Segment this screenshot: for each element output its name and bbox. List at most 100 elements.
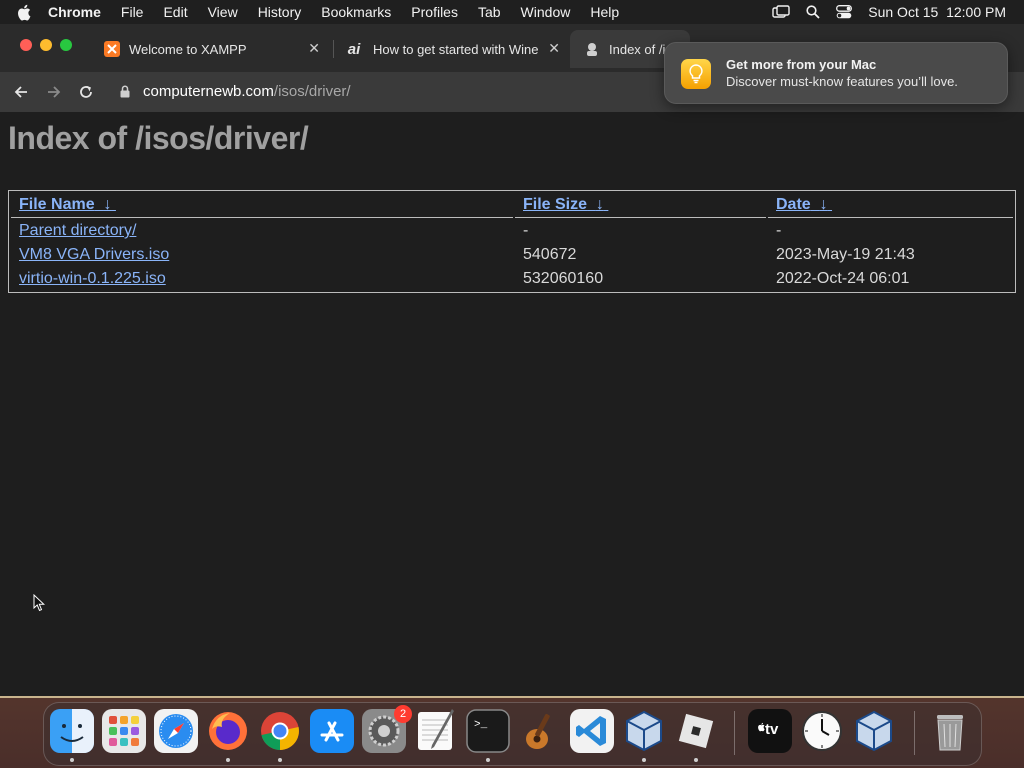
window-controls xyxy=(20,39,72,51)
menu-bookmarks[interactable]: Bookmarks xyxy=(321,4,391,20)
virtualbox-icon[interactable] xyxy=(852,709,896,753)
running-indicator xyxy=(486,758,490,762)
virtualbox-icon[interactable] xyxy=(622,709,666,753)
notification-title: Get more from your Mac xyxy=(726,57,877,72)
page-title: Index of /isos/driver/ xyxy=(8,120,309,156)
mouse-pointer-icon xyxy=(33,593,46,617)
tab-title: How to get started with Wine o xyxy=(373,41,539,57)
url-host: computernewb.com xyxy=(143,82,274,100)
firefox-icon[interactable] xyxy=(206,709,250,753)
running-indicator xyxy=(226,758,230,762)
vscode-icon[interactable] xyxy=(570,709,614,753)
running-indicator xyxy=(694,758,698,762)
svg-text:>_: >_ xyxy=(474,719,488,731)
clock-icon[interactable] xyxy=(800,709,844,753)
menu-bar: Chrome File Edit View History Bookmarks … xyxy=(0,0,1024,24)
reload-icon xyxy=(80,86,92,98)
sort-arrow-icon: ↓ xyxy=(103,196,112,213)
roblox-icon[interactable] xyxy=(674,709,718,753)
site-icon xyxy=(584,41,600,57)
safari-icon[interactable] xyxy=(154,709,198,753)
apple-menu-icon[interactable] xyxy=(16,4,34,21)
trash-icon[interactable] xyxy=(928,709,972,753)
menu-tab[interactable]: Tab xyxy=(478,4,501,20)
app-store-icon[interactable] xyxy=(310,709,354,753)
sort-by-size-link[interactable]: File Size ↓ xyxy=(523,196,608,213)
table-row: VM8 VGA Drivers.iso 540672 2023-May-19 2… xyxy=(11,244,1013,266)
table-row: virtio-win-0.1.225.iso 532060160 2022-Oc… xyxy=(11,268,1013,290)
column-header-size: File Size ↓ xyxy=(515,193,766,218)
parent-directory-link[interactable]: Parent directory/ xyxy=(19,222,136,239)
apple-tv-icon[interactable]: tv xyxy=(748,709,792,753)
lightbulb-icon xyxy=(681,59,711,89)
dock-divider xyxy=(734,711,735,755)
tab-xampp[interactable]: Welcome to XAMPP ✕ xyxy=(90,30,330,68)
sort-arrow-icon: ↓ xyxy=(595,196,604,213)
finder-icon[interactable] xyxy=(50,709,94,753)
lock-icon[interactable] xyxy=(120,84,134,98)
file-date-cell: - xyxy=(776,222,782,239)
arrow-left-icon xyxy=(14,86,27,98)
menu-window[interactable]: Window xyxy=(521,4,571,20)
address-bar[interactable]: computernewb.com/isos/driver/ xyxy=(110,76,650,106)
url-path: /isos/driver/ xyxy=(273,82,351,100)
control-center-icon[interactable] xyxy=(836,5,853,19)
minimize-window-button[interactable] xyxy=(40,39,52,51)
file-link-vm8-vga-drivers[interactable]: VM8 VGA Drivers.iso xyxy=(19,246,169,263)
zoom-window-button[interactable] xyxy=(60,39,72,51)
browser-window: Welcome to XAMPP ✕ ai How to get started… xyxy=(0,24,1024,698)
running-indicator xyxy=(70,758,74,762)
menu-help[interactable]: Help xyxy=(590,4,619,20)
sort-arrow-icon: ↓ xyxy=(819,196,828,213)
notification-badge: 2 xyxy=(394,705,412,723)
menu-view[interactable]: View xyxy=(208,4,238,20)
column-header-date: Date ↓ xyxy=(768,193,1013,218)
file-size-cell: 532060160 xyxy=(523,270,604,287)
notification-body: Discover must-know features you’ll love. xyxy=(726,74,958,89)
sort-by-date-link[interactable]: Date ↓ xyxy=(776,196,832,213)
ai-icon: ai xyxy=(347,40,361,58)
textedit-icon[interactable] xyxy=(414,709,458,753)
tab-wine-guide[interactable]: ai How to get started with Wine o ✕ xyxy=(330,30,570,68)
menu-edit[interactable]: Edit xyxy=(163,4,187,20)
page-content: Index of /isos/driver/ File Name ↓ File … xyxy=(0,112,1024,696)
menu-history[interactable]: History xyxy=(258,4,302,20)
menu-app-chrome[interactable]: Chrome xyxy=(48,4,101,20)
spotlight-search-icon[interactable] xyxy=(806,5,820,19)
file-size-cell: 540672 xyxy=(523,246,577,263)
arrow-right-icon xyxy=(48,86,61,98)
menu-profiles[interactable]: Profiles xyxy=(411,4,458,20)
tab-title: Welcome to XAMPP xyxy=(129,41,247,57)
table-row: Parent directory/ - - xyxy=(11,220,1013,242)
dock: 2 >_ tv xyxy=(43,702,982,766)
file-listing-table: File Name ↓ File Size ↓ Date ↓ Parent di… xyxy=(8,190,1016,293)
menubar-clock[interactable]: Sun Oct 15 12:00 PM xyxy=(868,4,1006,20)
tab-title: Index of /is xyxy=(609,41,672,57)
running-indicator xyxy=(278,758,282,762)
apple-tv-label: tv xyxy=(765,721,779,738)
close-tab-icon[interactable]: ✕ xyxy=(308,40,320,57)
running-indicator xyxy=(642,758,646,762)
dock-divider xyxy=(914,711,915,755)
close-window-button[interactable] xyxy=(20,39,32,51)
file-date-cell: 2022-Oct-24 06:01 xyxy=(776,270,910,287)
xampp-icon xyxy=(104,41,120,57)
file-link-virtio-win[interactable]: virtio-win-0.1.225.iso xyxy=(19,270,166,287)
notification-banner[interactable]: Get more from your Mac Discover must-kno… xyxy=(664,42,1008,104)
apple-logo-icon xyxy=(758,722,765,732)
file-date-cell: 2023-May-19 21:43 xyxy=(776,246,915,263)
launchpad-icon[interactable] xyxy=(102,709,146,753)
reload-button[interactable] xyxy=(74,80,98,104)
menu-file[interactable]: File xyxy=(121,4,144,20)
garageband-icon[interactable] xyxy=(518,709,562,753)
sort-by-name-link[interactable]: File Name ↓ xyxy=(19,196,116,213)
close-tab-icon[interactable]: ✕ xyxy=(548,40,560,57)
column-header-name: File Name ↓ xyxy=(11,193,513,218)
forward-button[interactable] xyxy=(42,80,66,104)
chrome-icon[interactable] xyxy=(258,709,302,753)
file-size-cell: - xyxy=(523,222,529,239)
back-button[interactable] xyxy=(9,80,33,104)
screen-mirroring-icon[interactable] xyxy=(772,5,790,19)
terminal-icon[interactable]: >_ xyxy=(466,709,510,753)
system-settings-icon[interactable]: 2 xyxy=(362,705,412,753)
